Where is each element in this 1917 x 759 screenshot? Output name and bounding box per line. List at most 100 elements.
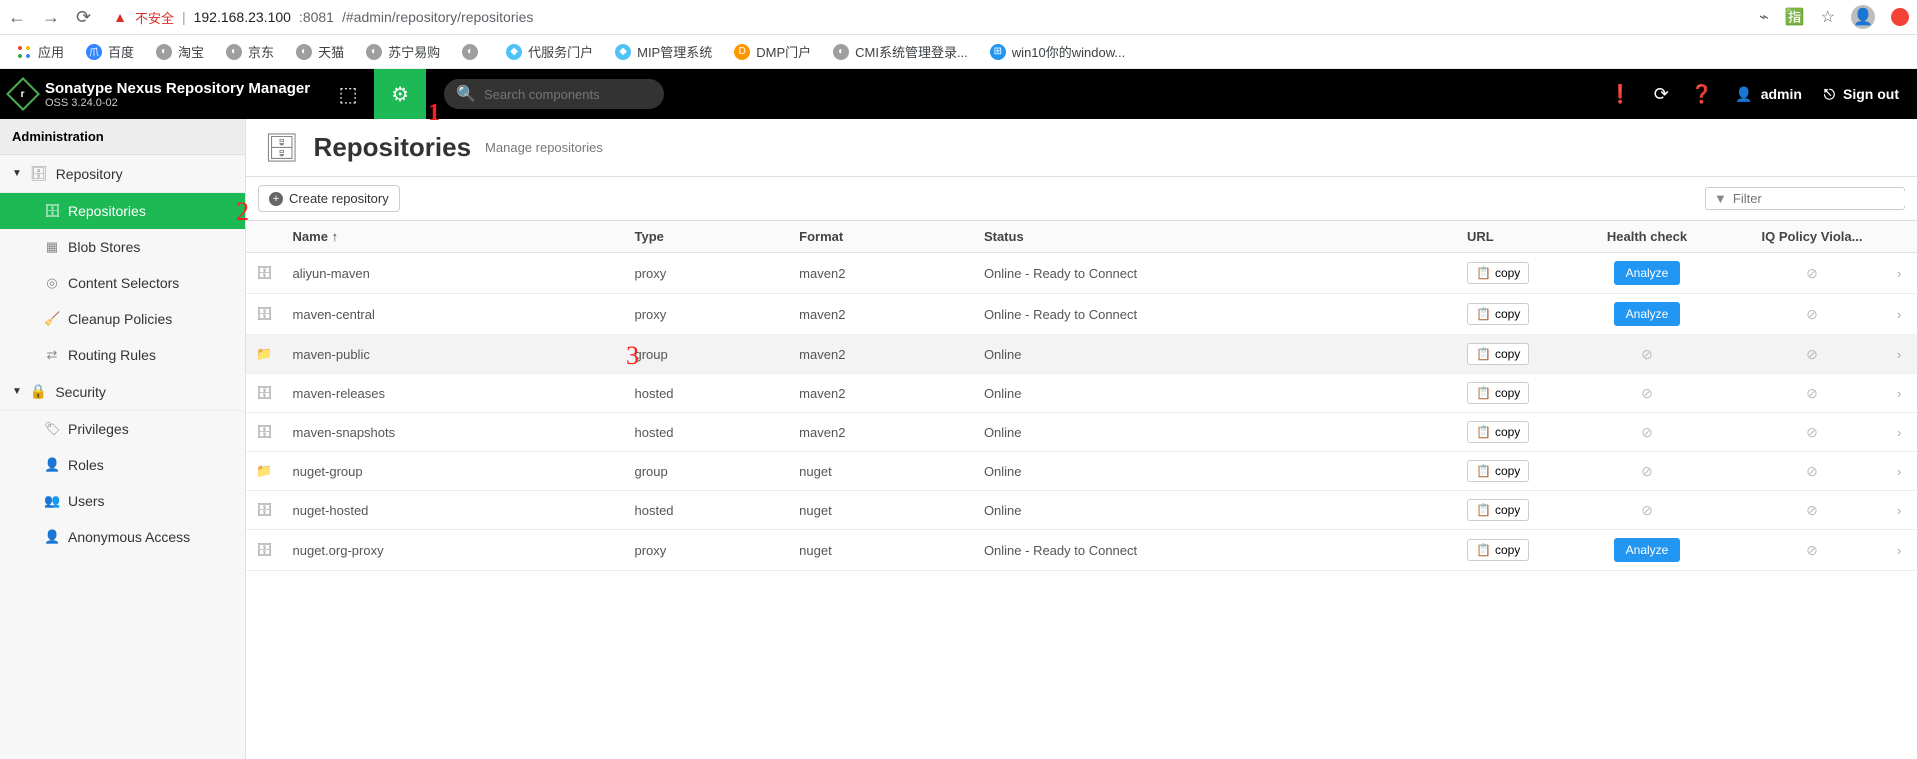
copy-url-button[interactable]: 📋copy [1467,303,1529,325]
profile-icon[interactable]: 👤 [1851,5,1875,29]
repo-icon: 🗄 [256,265,273,280]
bookmark-item[interactable]: DDMP门户 [734,42,811,61]
bookmark-item[interactable]: ◐ [462,44,484,60]
cell-format: maven2 [789,335,974,374]
bookmark-item[interactable]: 爪百度 [86,42,134,61]
sidebar-group-security[interactable]: ▼🔒Security [0,373,245,411]
app-logo[interactable]: r [0,82,45,106]
bookmark-item[interactable]: ◐苏宁易购 [366,42,440,61]
repositories-table: Name ↑ Type Format Status URL Health che… [246,221,1917,571]
browse-mode-icon[interactable]: ⬚ [322,82,374,107]
table-row[interactable]: 📁maven-public3groupmaven2Online📋copy⊘⊘› [246,335,1917,374]
user-icon: 👤 [1735,86,1752,103]
warning-icon[interactable]: ❗ [1609,84,1631,105]
sidebar-item-roles[interactable]: 👤Roles [0,447,245,483]
bookmark-item[interactable]: ◆代服务门户 [506,42,593,61]
refresh-icon[interactable]: ⟳ [1654,84,1669,105]
people-icon: 👥 [44,493,60,509]
signout-button[interactable]: ⎋Sign out [1824,86,1899,103]
clipboard-icon: 📋 [1476,266,1491,280]
chevron-right-icon[interactable]: › [1897,503,1901,518]
forward-icon[interactable]: → [42,7,60,28]
sidebar-item-content-selectors[interactable]: ◎Content Selectors [0,265,245,301]
database-icon: 🗄 [30,165,48,182]
back-icon[interactable]: ← [8,7,26,28]
lock-icon: 🔒 [30,383,47,400]
bookmark-item[interactable]: ◆MIP管理系统 [615,42,712,61]
sidebar-item-users[interactable]: 👥Users [0,483,245,519]
copy-url-button[interactable]: 📋copy [1467,460,1529,482]
filter-box[interactable]: ▼ [1705,187,1905,210]
copy-url-button[interactable]: 📋copy [1467,382,1529,404]
filter-icon: ▼ [1714,191,1727,206]
bookmark-item[interactable]: ◐天猫 [296,42,344,61]
chevron-right-icon[interactable]: › [1897,464,1901,479]
search-input[interactable] [484,87,660,102]
sidebar-group-repository[interactable]: ▼🗄Repository [0,155,245,193]
analyze-button[interactable]: Analyze [1614,261,1681,285]
copy-url-button[interactable]: 📋copy [1467,343,1529,365]
sidebar-item-blob-stores[interactable]: ▦Blob Stores [0,229,245,265]
disabled-icon: ⊘ [1806,502,1818,518]
caret-down-icon: ▼ [12,168,22,179]
sidebar-item-anonymous[interactable]: 👤Anonymous Access [0,519,245,555]
apps-button[interactable]: 应用 [16,42,64,61]
col-health[interactable]: Health check [1557,221,1737,253]
col-url[interactable]: URL [1457,221,1557,253]
cell-name: maven-snapshots [283,413,625,452]
col-status[interactable]: Status [974,221,1457,253]
table-row[interactable]: 🗄aliyun-mavenproxymaven2Online - Ready t… [246,253,1917,294]
table-row[interactable]: 🗄maven-snapshotshostedmaven2Online📋copy⊘… [246,413,1917,452]
clipboard-icon: 📋 [1476,503,1491,517]
sidebar-item-repositories[interactable]: 🗄Repositories2 [0,193,245,229]
disabled-icon: ⊘ [1806,385,1818,401]
reload-icon[interactable]: ⟳ [76,7,91,28]
col-name[interactable]: Name ↑ [283,221,625,253]
copy-url-button[interactable]: 📋copy [1467,539,1529,561]
address-bar[interactable]: ▲ 不安全 | 192.168.23.100:8081/#admin/repos… [101,4,1749,31]
sidebar-item-cleanup-policies[interactable]: 🧹Cleanup Policies [0,301,245,337]
table-row[interactable]: 🗄nuget.org-proxyproxynugetOnline - Ready… [246,530,1917,571]
analyze-button[interactable]: Analyze [1614,538,1681,562]
col-type[interactable]: Type [625,221,790,253]
cell-format: nuget [789,491,974,530]
analyze-button[interactable]: Analyze [1614,302,1681,326]
chevron-right-icon[interactable]: › [1897,347,1901,362]
filter-input[interactable] [1733,191,1909,206]
bookmark-item[interactable]: ⊞win10你的window... [990,42,1125,61]
chevron-right-icon[interactable]: › [1897,266,1901,281]
copy-url-button[interactable]: 📋copy [1467,499,1529,521]
sidebar-item-privileges[interactable]: 🏷Privileges [0,411,245,447]
route-icon: ⇄ [44,347,60,363]
bookmark-item[interactable]: ◐淘宝 [156,42,204,61]
cell-type: proxy [625,253,790,294]
chevron-right-icon[interactable]: › [1897,307,1901,322]
cell-status: Online - Ready to Connect [974,530,1457,571]
key-icon[interactable]: ⌁ [1759,7,1769,27]
copy-url-button[interactable]: 📋copy [1467,262,1529,284]
sidebar-item-routing-rules[interactable]: ⇄Routing Rules [0,337,245,373]
bookmark-item[interactable]: ◐京东 [226,42,274,61]
table-row[interactable]: 🗄maven-releaseshostedmaven2Online📋copy⊘⊘… [246,374,1917,413]
copy-url-button[interactable]: 📋copy [1467,421,1529,443]
chevron-right-icon[interactable]: › [1897,543,1901,558]
globe-icon: ◆ [615,44,631,60]
col-iq[interactable]: IQ Policy Viola... [1737,221,1887,253]
star-icon[interactable]: ☆ [1821,7,1835,27]
table-row[interactable]: 🗄maven-centralproxymaven2Online - Ready … [246,294,1917,335]
page-subtitle: Manage repositories [485,140,603,155]
bookmark-item[interactable]: ◐CMI系统管理登录... [833,42,968,61]
help-icon[interactable]: ❓ [1691,84,1713,105]
chevron-right-icon[interactable]: › [1897,386,1901,401]
page-title: Repositories [314,132,472,163]
table-row[interactable]: 🗄nuget-hostedhostednugetOnline📋copy⊘⊘› [246,491,1917,530]
table-row[interactable]: 📁nuget-groupgroupnugetOnline📋copy⊘⊘› [246,452,1917,491]
extension-icon[interactable] [1891,8,1909,26]
create-repository-button[interactable]: +Create repository [258,185,400,212]
chevron-right-icon[interactable]: › [1897,425,1901,440]
col-format[interactable]: Format [789,221,974,253]
user-menu[interactable]: 👤admin [1735,86,1802,103]
search-box[interactable]: 🔍 [444,79,664,109]
translate-icon[interactable]: 🈯 [1785,7,1805,27]
admin-mode-icon[interactable]: ⚙ 1 [374,69,426,119]
